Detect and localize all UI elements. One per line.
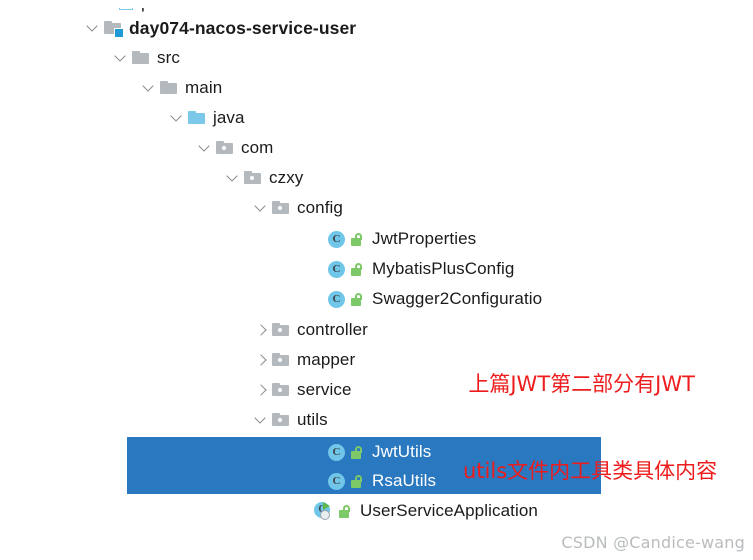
java-class-icon: C [328,290,345,308]
tree-node-label: com [241,138,274,157]
chevron-down-icon[interactable] [224,163,244,193]
toggle-spacer [308,284,328,314]
module-folder-icon [104,20,124,38]
source-folder-icon [188,110,207,126]
tree-node-controller[interactable]: controller [252,315,368,345]
java-class-icon: C [328,443,345,461]
tree-node-java[interactable]: java [168,103,245,133]
package-folder-icon [272,200,291,216]
tree-node-swagger2configuratio[interactable]: C Swagger2Configuratio [308,284,542,314]
tree-node-label: JwtProperties [372,229,477,248]
tree-node-label: JwtUtils [372,442,432,461]
package-folder-icon [272,322,291,338]
toggle-spacer [308,254,328,284]
tree-node-label: czxy [269,168,304,187]
tree-node-service[interactable]: service [252,375,352,405]
tree-node-label: Swagger2Configuratio [372,289,543,308]
tree-node-com[interactable]: com [196,133,273,163]
tree-node-mybatisplusconfig[interactable]: C MybatisPlusConfig [308,254,514,284]
tree-node-jwtutils[interactable]: C JwtUtils [308,437,431,467]
java-class-icon: C [328,260,345,278]
annotation-line-1: 上篇JWT第二部分有JWT [468,372,695,396]
tree-node-label: main [185,78,223,97]
tree-node-jwtproperties[interactable]: C JwtProperties [308,224,476,254]
java-class-icon: C [328,230,345,248]
chevron-down-icon[interactable] [112,43,132,73]
chevron-right-icon[interactable] [252,345,272,375]
toggle-spacer [308,437,328,467]
chevron-right-icon[interactable] [252,375,272,405]
tree-node-label: src [157,48,180,67]
annotation-line-2: utils文件内工具类具体内容 [463,459,718,483]
tree-node-label: config [297,198,343,217]
package-folder-icon [272,412,291,428]
public-unlocked-icon [351,474,365,489]
annotation-text: 上篇JWT第二部分有JWT utils文件内工具类具体内容 [455,341,717,515]
tree-node-label: controller [297,320,368,339]
package-folder-icon [272,352,291,368]
chevron-down-icon[interactable] [84,13,104,43]
chevron-down-icon[interactable] [196,133,216,163]
package-folder-icon [244,170,263,186]
watermark: CSDN @Candice-wang [561,533,745,552]
tree-node-label: java [213,108,245,127]
chevron-down-icon[interactable] [168,103,188,133]
folder-icon [132,50,151,66]
public-unlocked-icon [351,232,365,247]
tree-node-day074-nacos-service-user[interactable]: day074-nacos-service-user [84,13,356,43]
spring-boot-class-icon: C [314,501,333,521]
folder-icon [160,80,179,96]
tree-node-src[interactable]: src [112,43,180,73]
chevron-right-icon[interactable] [252,315,272,345]
tree-node-label: service [297,380,352,399]
top-clip-mask [0,0,753,8]
tree-node-rsautils[interactable]: C RsaUtils [308,466,436,496]
toggle-spacer [294,496,314,526]
toggle-spacer [308,466,328,496]
package-folder-icon [272,382,291,398]
tree-node-main[interactable]: main [140,73,222,103]
toggle-spacer [308,224,328,254]
public-unlocked-icon [351,445,365,460]
public-unlocked-icon [351,292,365,307]
tree-node-czxy[interactable]: czxy [224,163,303,193]
tree-node-label: day074-nacos-service-user [129,17,357,38]
tree-node-label: MybatisPlusConfig [372,259,515,278]
tree-node-mapper[interactable]: mapper [252,345,355,375]
tree-node-label: utils [297,410,328,429]
public-unlocked-icon [351,262,365,277]
java-class-icon: C [328,472,345,490]
chevron-down-icon[interactable] [252,405,272,435]
tree-node-config[interactable]: config [252,193,343,223]
package-folder-icon [216,140,235,156]
tree-node-label: RsaUtils [372,471,437,490]
tree-node-utils[interactable]: utils [252,405,328,435]
chevron-down-icon[interactable] [140,73,160,103]
chevron-down-icon[interactable] [252,193,272,223]
public-unlocked-icon [339,504,353,519]
tree-node-label: mapper [297,350,356,369]
